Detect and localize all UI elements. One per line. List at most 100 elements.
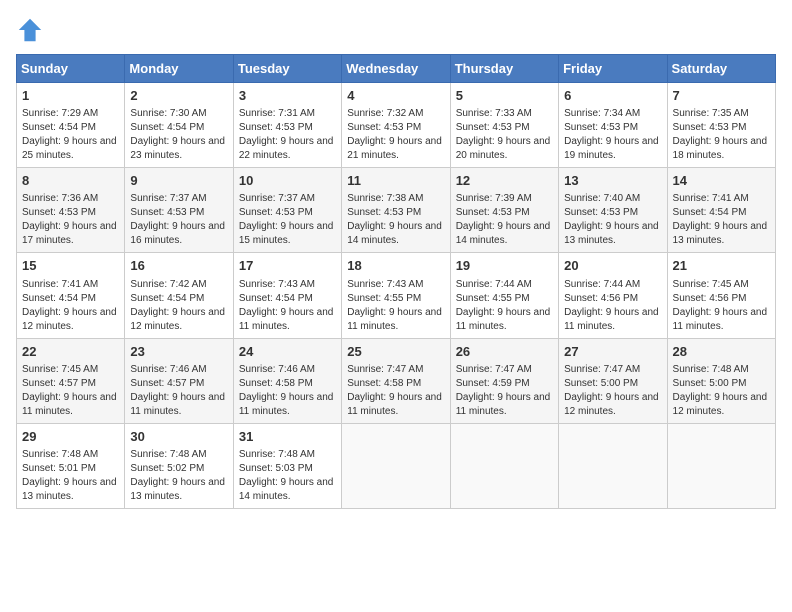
calendar-cell: 5 Sunrise: 7:33 AMSunset: 4:53 PMDaylight… [450,83,558,168]
day-number: 25 [347,343,444,361]
day-info: Sunrise: 7:32 AMSunset: 4:53 PMDaylight:… [347,107,444,163]
day-number: 21 [673,257,770,275]
day-number: 19 [456,257,553,275]
header [16,16,776,44]
logo [16,16,48,44]
week-row-1: 1 Sunrise: 7:29 AMSunset: 4:54 PMDaylight… [17,83,776,168]
calendar-cell: 27Sunrise: 7:47 AMSunset: 5:00 PMDayligh… [559,338,667,423]
day-number: 29 [22,428,119,446]
calendar-cell: 9 Sunrise: 7:37 AMSunset: 4:53 PMDaylight… [125,168,233,253]
calendar-cell: 2 Sunrise: 7:30 AMSunset: 4:54 PMDaylight… [125,83,233,168]
calendar-cell: 8Sunrise: 7:36 AMSunset: 4:53 PMDaylight… [17,168,125,253]
day-info: Sunrise: 7:43 AMSunset: 4:55 PMDaylight:… [347,278,444,334]
day-info: Sunrise: 7:34 AMSunset: 4:53 PMDaylight:… [564,107,661,163]
day-number: 30 [130,428,227,446]
calendar-cell: 19 Sunrise: 7:44 AMSunset: 4:55 PMDayligh… [450,253,558,338]
day-info: Sunrise: 7:29 AMSunset: 4:54 PMDaylight:… [22,107,119,163]
day-info: Sunrise: 7:48 AMSunset: 5:03 PMDaylight:… [239,448,336,504]
day-info: Sunrise: 7:45 AMSunset: 4:57 PMDaylight:… [22,363,119,419]
calendar-cell: 4 Sunrise: 7:32 AMSunset: 4:53 PMDaylight… [342,83,450,168]
header-monday: Monday [125,55,233,83]
week-row-2: 8Sunrise: 7:36 AMSunset: 4:53 PMDaylight… [17,168,776,253]
day-info: Sunrise: 7:44 AMSunset: 4:55 PMDaylight:… [456,278,553,334]
calendar-cell: 28Sunrise: 7:48 AMSunset: 5:00 PMDayligh… [667,338,775,423]
day-number: 14 [673,172,770,190]
day-number: 1 [22,87,119,105]
week-row-3: 15 Sunrise: 7:41 AMSunset: 4:54 PMDayligh… [17,253,776,338]
header-tuesday: Tuesday [233,55,341,83]
header-thursday: Thursday [450,55,558,83]
calendar-cell: 21 Sunrise: 7:45 AMSunset: 4:56 PMDayligh… [667,253,775,338]
day-number: 12 [456,172,553,190]
day-number: 15 [22,257,119,275]
day-number: 17 [239,257,336,275]
day-number: 27 [564,343,661,361]
day-info: Sunrise: 7:48 AMSunset: 5:01 PMDaylight:… [22,448,119,504]
week-row-5: 29 Sunrise: 7:48 AMSunset: 5:01 PMDayligh… [17,423,776,508]
day-number: 3 [239,87,336,105]
day-info: Sunrise: 7:38 AMSunset: 4:53 PMDaylight:… [347,192,444,248]
calendar-cell: 26 Sunrise: 7:47 AMSunset: 4:59 PMDayligh… [450,338,558,423]
day-number: 2 [130,87,227,105]
calendar-cell: 12Sunrise: 7:39 AMSunset: 4:53 PMDayligh… [450,168,558,253]
day-number: 7 [673,87,770,105]
calendar-cell: 17 Sunrise: 7:43 AMSunset: 4:54 PMDayligh… [233,253,341,338]
calendar-cell: 18 Sunrise: 7:43 AMSunset: 4:55 PMDayligh… [342,253,450,338]
header-row: SundayMondayTuesdayWednesdayThursdayFrid… [17,55,776,83]
day-info: Sunrise: 7:46 AMSunset: 4:57 PMDaylight:… [130,363,227,419]
calendar-cell: 20Sunrise: 7:44 AMSunset: 4:56 PMDayligh… [559,253,667,338]
day-info: Sunrise: 7:43 AMSunset: 4:54 PMDaylight:… [239,278,336,334]
day-info: Sunrise: 7:37 AMSunset: 4:53 PMDaylight:… [239,192,336,248]
day-info: Sunrise: 7:46 AMSunset: 4:58 PMDaylight:… [239,363,336,419]
day-info: Sunrise: 7:45 AMSunset: 4:56 PMDaylight:… [673,278,770,334]
calendar-cell [667,423,775,508]
day-info: Sunrise: 7:48 AMSunset: 5:02 PMDaylight:… [130,448,227,504]
calendar-cell: 11Sunrise: 7:38 AMSunset: 4:53 PMDayligh… [342,168,450,253]
calendar-cell: 22Sunrise: 7:45 AMSunset: 4:57 PMDayligh… [17,338,125,423]
day-number: 10 [239,172,336,190]
day-info: Sunrise: 7:47 AMSunset: 4:59 PMDaylight:… [456,363,553,419]
day-number: 16 [130,257,227,275]
day-info: Sunrise: 7:37 AMSunset: 4:53 PMDaylight:… [130,192,227,248]
calendar-cell [342,423,450,508]
logo-icon [16,16,44,44]
day-number: 4 [347,87,444,105]
calendar-cell: 3 Sunrise: 7:31 AMSunset: 4:53 PMDaylight… [233,83,341,168]
calendar-cell [559,423,667,508]
calendar-cell: 24 Sunrise: 7:46 AMSunset: 4:58 PMDayligh… [233,338,341,423]
day-number: 9 [130,172,227,190]
day-info: Sunrise: 7:30 AMSunset: 4:54 PMDaylight:… [130,107,227,163]
calendar-table: SundayMondayTuesdayWednesdayThursdayFrid… [16,54,776,509]
calendar-cell: 23Sunrise: 7:46 AMSunset: 4:57 PMDayligh… [125,338,233,423]
header-sunday: Sunday [17,55,125,83]
day-info: Sunrise: 7:41 AMSunset: 4:54 PMDaylight:… [22,278,119,334]
day-info: Sunrise: 7:31 AMSunset: 4:53 PMDaylight:… [239,107,336,163]
calendar-cell: 25 Sunrise: 7:47 AMSunset: 4:58 PMDayligh… [342,338,450,423]
day-info: Sunrise: 7:42 AMSunset: 4:54 PMDaylight:… [130,278,227,334]
day-info: Sunrise: 7:47 AMSunset: 4:58 PMDaylight:… [347,363,444,419]
day-number: 8 [22,172,119,190]
calendar-cell: 30 Sunrise: 7:48 AMSunset: 5:02 PMDayligh… [125,423,233,508]
day-info: Sunrise: 7:40 AMSunset: 4:53 PMDaylight:… [564,192,661,248]
day-number: 18 [347,257,444,275]
header-saturday: Saturday [667,55,775,83]
calendar-cell: 6 Sunrise: 7:34 AMSunset: 4:53 PMDaylight… [559,83,667,168]
header-friday: Friday [559,55,667,83]
calendar-cell: 31Sunrise: 7:48 AMSunset: 5:03 PMDayligh… [233,423,341,508]
day-number: 28 [673,343,770,361]
day-number: 26 [456,343,553,361]
calendar-cell [450,423,558,508]
calendar-cell: 16 Sunrise: 7:42 AMSunset: 4:54 PMDayligh… [125,253,233,338]
header-wednesday: Wednesday [342,55,450,83]
calendar-cell: 14 Sunrise: 7:41 AMSunset: 4:54 PMDayligh… [667,168,775,253]
day-number: 13 [564,172,661,190]
week-row-4: 22Sunrise: 7:45 AMSunset: 4:57 PMDayligh… [17,338,776,423]
day-number: 24 [239,343,336,361]
day-number: 5 [456,87,553,105]
day-number: 6 [564,87,661,105]
day-info: Sunrise: 7:33 AMSunset: 4:53 PMDaylight:… [456,107,553,163]
calendar-cell: 10 Sunrise: 7:37 AMSunset: 4:53 PMDayligh… [233,168,341,253]
day-info: Sunrise: 7:44 AMSunset: 4:56 PMDaylight:… [564,278,661,334]
calendar-cell: 13 Sunrise: 7:40 AMSunset: 4:53 PMDayligh… [559,168,667,253]
day-info: Sunrise: 7:41 AMSunset: 4:54 PMDaylight:… [673,192,770,248]
